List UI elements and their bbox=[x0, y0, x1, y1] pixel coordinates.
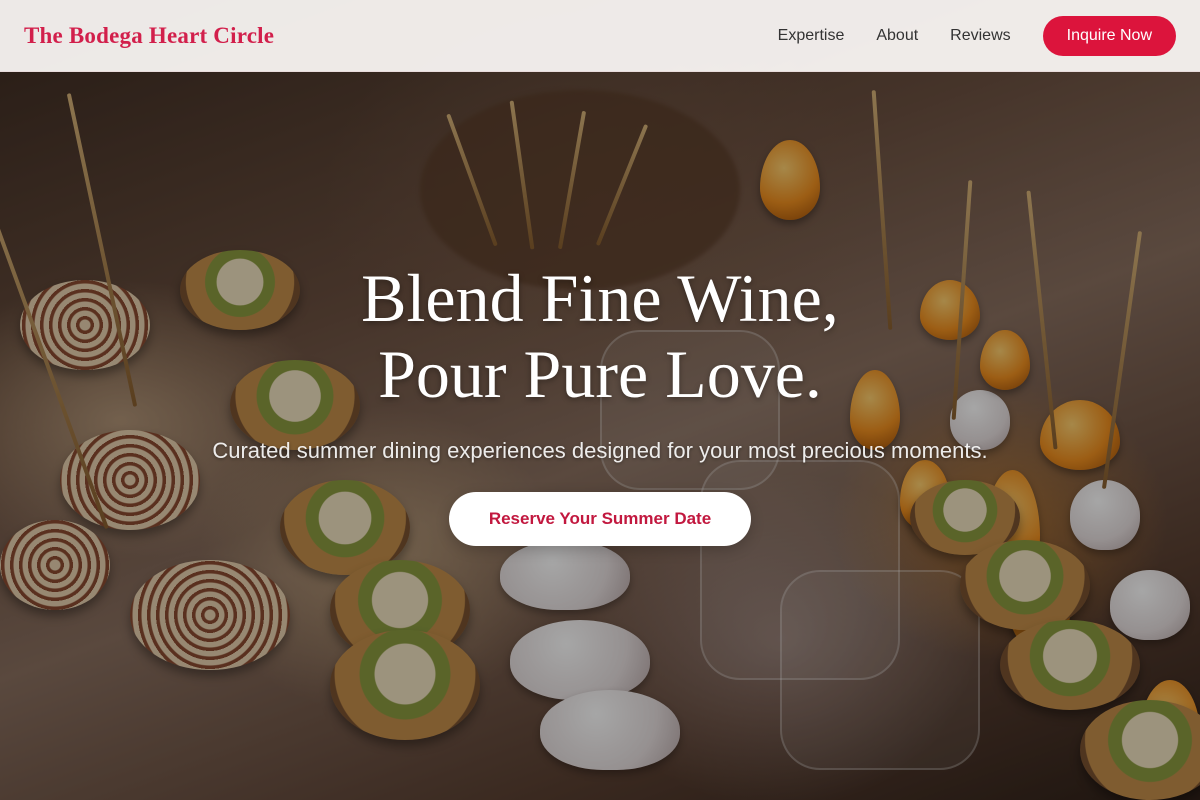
hero-title-line-1: Blend Fine Wine, bbox=[361, 260, 839, 336]
hero-content: Blend Fine Wine, Pour Pure Love. Curated… bbox=[0, 260, 1200, 546]
hero-subtitle: Curated summer dining experiences design… bbox=[212, 438, 988, 463]
nav-link-expertise[interactable]: Expertise bbox=[778, 27, 845, 45]
reserve-date-button[interactable]: Reserve Your Summer Date bbox=[448, 492, 752, 546]
site-header: The Bodega Heart Circle Expertise About … bbox=[0, 0, 1200, 72]
nav-link-reviews[interactable]: Reviews bbox=[950, 27, 1010, 45]
site-logo[interactable]: The Bodega Heart Circle bbox=[24, 23, 274, 49]
inquire-now-button[interactable]: Inquire Now bbox=[1042, 15, 1176, 56]
hero-title-line-2: Pour Pure Love. bbox=[378, 336, 822, 412]
nav-link-about[interactable]: About bbox=[876, 27, 918, 45]
hero-title: Blend Fine Wine, Pour Pure Love. bbox=[0, 260, 1200, 412]
main-nav: Expertise About Reviews Inquire Now bbox=[778, 15, 1176, 56]
